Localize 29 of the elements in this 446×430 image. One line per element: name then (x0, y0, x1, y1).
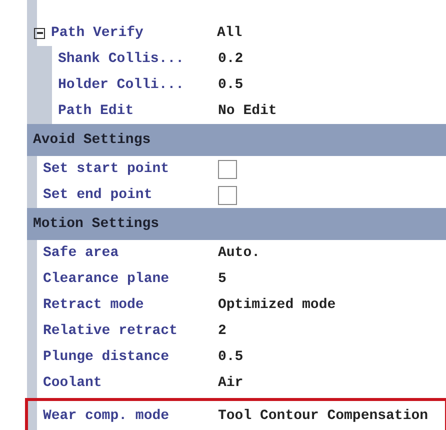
property-name: Set end point (42, 186, 154, 204)
property-name: Path Verify (51, 24, 144, 42)
property-value: All (217, 24, 242, 42)
property-name: Safe area (42, 244, 120, 262)
checkbox[interactable] (218, 160, 237, 178)
property-name: Holder Colli... (57, 76, 186, 94)
property-name: Path Edit (57, 102, 135, 120)
property-value: 5 (218, 270, 226, 288)
property-name: Wear comp. mode (42, 407, 170, 426)
property-value: 0.5 (218, 76, 244, 94)
collapse-icon[interactable] (34, 28, 45, 38)
property-value: Auto. (218, 244, 260, 262)
property-value: 0.5 (218, 348, 244, 366)
property-value: Air (218, 374, 244, 392)
property-value: No Edit (218, 102, 277, 120)
category-header[interactable]: Avoid Settings (27, 124, 446, 156)
property-name: Plunge distance (42, 348, 170, 366)
property-value: 2 (218, 322, 226, 340)
property-name: Relative retract (42, 322, 178, 340)
property-value: Tool Contour Compensation (218, 407, 428, 426)
property-name: Coolant (42, 374, 103, 392)
property-name: Clearance plane (42, 270, 170, 288)
checkbox[interactable] (218, 186, 237, 204)
category-header[interactable]: Motion Settings (27, 208, 446, 240)
property-name: Set start point (42, 160, 170, 178)
property-name: Retract mode (42, 296, 145, 314)
property-name: Shank Collis... (57, 50, 186, 68)
property-value: 0.2 (218, 50, 244, 68)
property-value: Optimized mode (218, 296, 336, 314)
